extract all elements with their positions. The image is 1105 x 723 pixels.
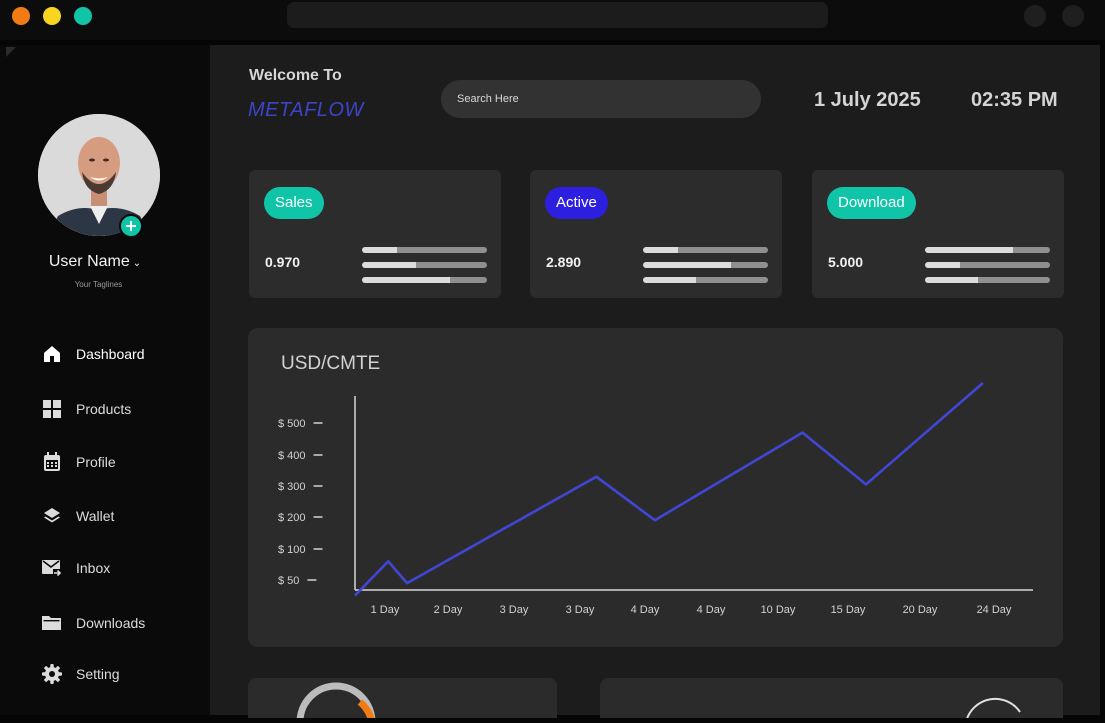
download-badge[interactable]: Download [827, 187, 916, 219]
mail-icon [42, 558, 62, 578]
current-date: 1 July 2025 [814, 89, 921, 111]
stat-card-download: Download 5.000 [812, 170, 1064, 298]
user-profile[interactable] [38, 114, 160, 238]
calendar-icon [42, 452, 62, 472]
sales-badge[interactable]: Sales [264, 187, 324, 219]
progress-bar [362, 277, 487, 283]
minimize-window-button[interactable] [43, 7, 61, 25]
progress-bar [925, 262, 1050, 268]
progress-bar [362, 247, 487, 253]
x-tick-label: 2 Day [434, 604, 463, 616]
sidebar-item-inbox[interactable]: Inbox [42, 556, 202, 580]
welcome-text: Welcome To [249, 67, 342, 84]
progress-bar [925, 277, 1050, 283]
x-tick-label: 15 Day [831, 604, 866, 616]
folder-icon [42, 613, 62, 633]
brand-name: METAFLOW [248, 99, 364, 121]
layers-icon [42, 506, 62, 526]
progress-bar [925, 247, 1050, 253]
sidebar-item-setting[interactable]: Setting [42, 662, 202, 686]
user-name-dropdown[interactable]: User Name ⌄ [0, 253, 190, 271]
bottom-card-gauge [248, 678, 557, 723]
x-tick-label: 1 Day [371, 604, 400, 616]
x-tick-label: 3 Day [500, 604, 529, 616]
sidebar-item-label: Inbox [76, 560, 111, 576]
sidebar-item-dashboard[interactable]: Dashboard [42, 342, 202, 366]
corner-mark [6, 47, 16, 57]
x-tick-label: 24 Day [977, 604, 1012, 616]
sidebar-item-profile[interactable]: Profile [42, 450, 202, 474]
progress-bar [643, 277, 768, 283]
gauge-chart [296, 682, 376, 723]
avatar[interactable] [38, 114, 160, 236]
chevron-down-icon: ⌄ [132, 258, 142, 269]
window-action-button[interactable] [1062, 5, 1084, 27]
progress-bar [362, 262, 487, 268]
search-input[interactable] [441, 80, 761, 118]
stat-card-sales: Sales 0.970 [249, 170, 501, 298]
sidebar-item-label: Products [76, 401, 132, 417]
stat-card-active: Active 2.890 [530, 170, 782, 298]
x-tick-label: 4 Day [631, 604, 660, 616]
line-chart: $ 50 $ 100 $ 200 $ 300 $ 400 $ 500 1 Day 2 Day 3… [278, 382, 1033, 616]
x-tick-label: 20 Day [903, 604, 938, 616]
gear-icon [42, 664, 62, 684]
stat-value: 0.970 [265, 254, 301, 270]
series-line [354, 382, 984, 597]
x-tick-label: 3 Day [566, 604, 595, 616]
home-icon [42, 344, 62, 364]
x-tick-label: 10 Day [761, 604, 796, 616]
sidebar-item-label: Downloads [76, 615, 146, 631]
progress-bar [643, 262, 768, 268]
user-name: User Name [48, 253, 130, 270]
user-photo-icon [38, 114, 160, 236]
y-tick-label: $ 200 [278, 512, 306, 524]
y-tick-label: $ 500 [278, 418, 306, 430]
sidebar-item-label: Wallet [76, 508, 115, 524]
stat-value: 2.890 [546, 254, 582, 270]
sidebar-item-wallet[interactable]: Wallet [42, 504, 202, 528]
close-window-button[interactable] [12, 7, 30, 25]
active-badge[interactable]: Active [545, 187, 608, 219]
sidebar-item-label: Dashboard [76, 346, 145, 362]
grid-icon [42, 399, 62, 419]
y-tick-label: $ 50 [278, 575, 299, 587]
stat-value: 5.000 [828, 254, 864, 270]
current-time: 02:35 PM [971, 89, 1058, 111]
ring-chart [965, 697, 1021, 723]
y-tick-label: $ 300 [278, 481, 306, 493]
bottom-card-summary [600, 678, 1063, 723]
sidebar-item-label: Setting [76, 666, 120, 682]
sidebar-item-downloads[interactable]: Downloads [42, 611, 202, 635]
y-tick-label: $ 400 [278, 450, 306, 462]
y-tick-label: $ 100 [278, 544, 306, 556]
sidebar-item-products[interactable]: Products [42, 397, 202, 421]
sidebar-item-label: Profile [76, 454, 116, 470]
user-tagline: Your Taglines [74, 280, 123, 289]
x-tick-label: 4 Day [697, 604, 726, 616]
title-bar [0, 0, 1105, 40]
window-action-button[interactable] [1024, 5, 1046, 27]
progress-bar [643, 247, 768, 253]
address-bar[interactable] [287, 2, 828, 28]
add-photo-button[interactable] [119, 214, 143, 238]
maximize-window-button[interactable] [74, 7, 92, 25]
